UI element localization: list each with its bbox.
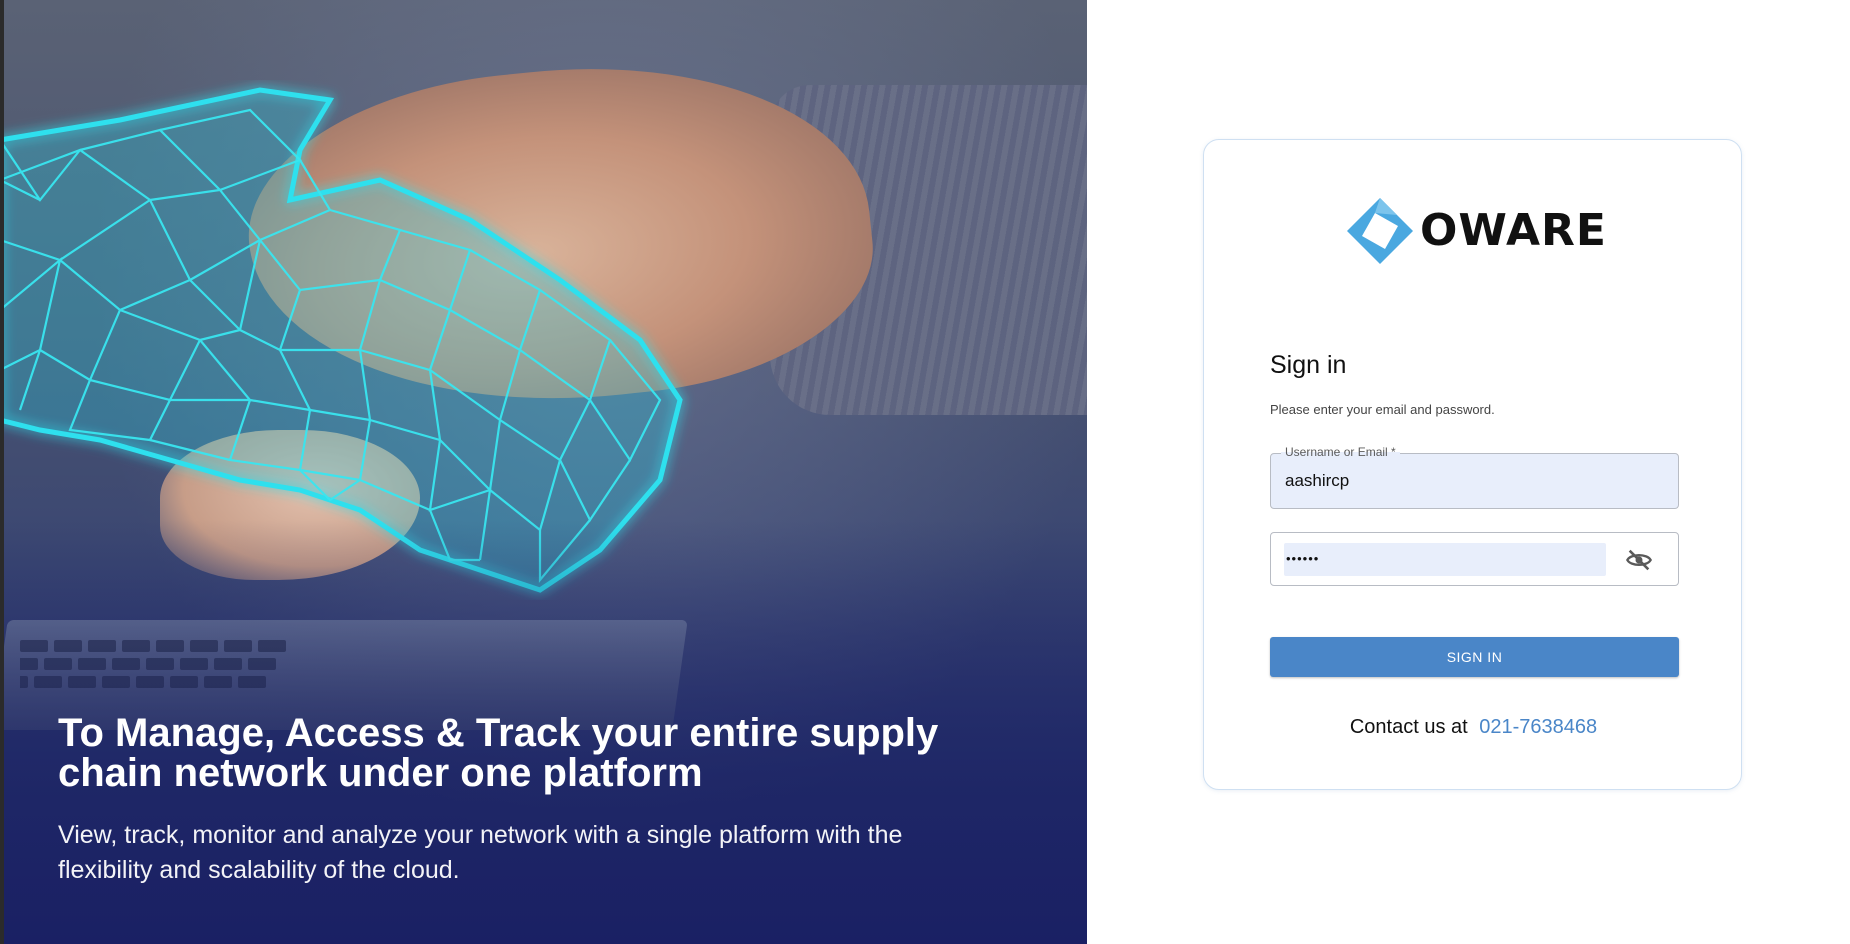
- contact-line: Contact us at 021-7638468: [1204, 716, 1743, 739]
- username-field[interactable]: Username or Email * aashircp: [1270, 445, 1679, 509]
- signin-title: Sign in: [1270, 351, 1347, 379]
- contact-prefix: Contact us at: [1349, 716, 1468, 738]
- logo-mark-icon: [1347, 198, 1413, 264]
- eye-off-icon[interactable]: [1625, 546, 1653, 574]
- contact-phone-link[interactable]: 021-7638468: [1479, 716, 1597, 738]
- logo-text: OWARE: [1420, 205, 1607, 256]
- brand-logo: OWARE: [1345, 196, 1606, 266]
- password-value: ••••••: [1286, 551, 1320, 566]
- window-edge: [0, 0, 4, 944]
- signin-button[interactable]: SIGN IN: [1270, 637, 1679, 677]
- hero-title: To Manage, Access & Track your entire su…: [58, 711, 939, 795]
- username-value[interactable]: aashircp: [1285, 471, 1349, 491]
- password-field[interactable]: ••••••: [1270, 532, 1679, 586]
- signin-subtitle: Please enter your email and password.: [1270, 402, 1495, 417]
- username-label: Username or Email *: [1281, 445, 1400, 459]
- hero-panel: To Manage, Access & Track your entire su…: [0, 0, 1087, 944]
- login-card: OWARE Sign in Please enter your email an…: [1203, 139, 1742, 790]
- hero-subtitle: View, track, monitor and analyze your ne…: [58, 821, 903, 884]
- password-input[interactable]: ••••••: [1284, 543, 1606, 576]
